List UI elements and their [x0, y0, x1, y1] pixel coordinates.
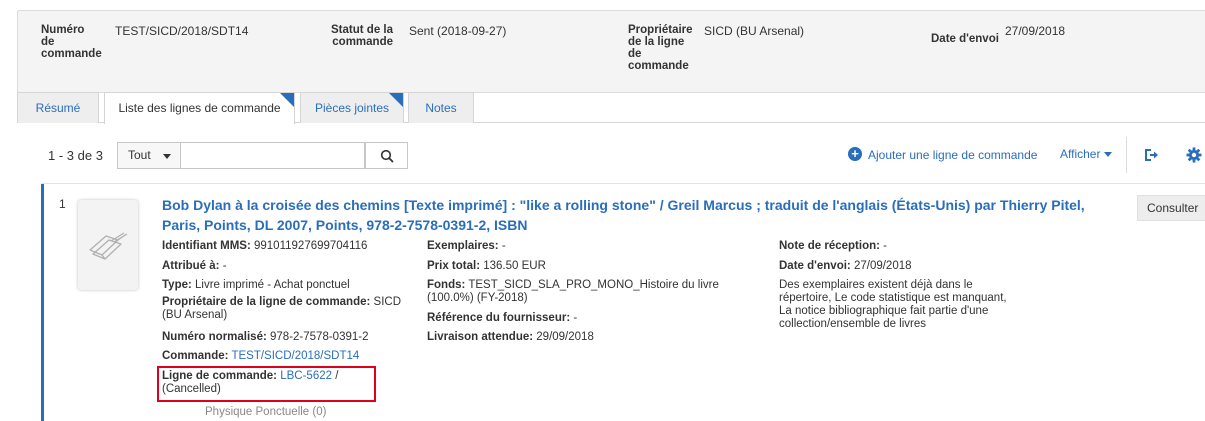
proprietaire-value: SICD (BU Arsenal) — [704, 24, 805, 38]
tab-corner-marker — [280, 93, 294, 107]
tab-corner-marker — [389, 93, 403, 107]
date-envoi-label: Date d'envoi — [931, 33, 999, 45]
order-summary-panel: Numéro de commande TEST/SICD/2018/SDT14 … — [17, 10, 1205, 93]
consulter-button[interactable]: Consulter — [1137, 195, 1205, 221]
alert-messages: Des exemplaires existent déjà dans le ré… — [779, 279, 1007, 330]
chevron-down-icon — [1104, 152, 1113, 158]
book-placeholder-icon — [89, 232, 128, 260]
book-thumbnail — [78, 200, 138, 290]
selected-row-indicator — [41, 184, 44, 421]
tab-bar: Résumé Liste des lignes de commande Pièc… — [17, 92, 1205, 124]
tab-pieces-jointes[interactable]: Pièces jointes — [300, 92, 404, 123]
proprietaire-label: Propriétaire de la ligne de commande — [628, 24, 693, 72]
date-envoi-value: 27/09/2018 — [1005, 24, 1066, 38]
add-order-line-button[interactable]: + Ajouter une ligne de commande — [848, 147, 1037, 163]
search-input[interactable] — [181, 142, 365, 169]
record-title-link[interactable]: Bob Dylan à la croisée des chemins [Text… — [162, 195, 1122, 235]
numero-commande-label: Numéro de commande — [41, 24, 102, 60]
afficher-dropdown[interactable]: Afficher — [1060, 147, 1113, 161]
proprietaire-ligne-field: Propriétaire de la ligne de commande: SI… — [162, 296, 402, 321]
attribue-field: Attribué à: - — [162, 260, 227, 272]
highlight-box — [157, 366, 376, 402]
tab-notes[interactable]: Notes — [408, 92, 474, 123]
note-reception-field: Note de réception: - — [779, 240, 888, 252]
search-button[interactable] — [365, 142, 408, 169]
tab-liste-lignes[interactable]: Liste des lignes de commande — [104, 92, 295, 124]
result-count: 1 - 3 de 3 — [48, 148, 103, 163]
type-field: Type: Livre imprimé - Achat ponctuel — [162, 279, 350, 291]
plus-circle-icon: + — [848, 147, 862, 161]
date-envoi-field: Date d'envoi: 27/09/2018 — [779, 260, 912, 272]
tab-resume[interactable]: Résumé — [17, 92, 99, 123]
mms-field: Identifiant MMS: 991011927699704116 — [162, 240, 368, 252]
physique-ponctuelle-label: Physique Ponctuelle (0) — [205, 406, 327, 418]
gear-icon[interactable] — [1186, 147, 1202, 163]
reference-fournisseur-field: Référence du fournisseur: - — [427, 312, 578, 324]
toolbar-divider — [1126, 137, 1127, 173]
row-number: 1 — [59, 197, 66, 211]
statut-commande-label: Statut de la commande — [331, 24, 393, 48]
statut-commande-value: Sent (2018-09-27) — [409, 24, 507, 38]
livraison-attendue-field: Livraison attendue: 29/09/2018 — [427, 331, 594, 343]
chevron-down-icon — [163, 154, 171, 159]
prix-total-field: Prix total: 136.50 EUR — [427, 260, 546, 272]
commande-link[interactable]: TEST/SICD/2018/SDT14 — [231, 350, 359, 362]
search-icon — [380, 149, 394, 163]
numero-normalise-field: Numéro normalisé: 978-2-7578-0391-2 — [162, 331, 369, 343]
export-icon[interactable] — [1143, 147, 1159, 163]
filter-dropdown[interactable]: Tout — [117, 142, 181, 169]
fonds-field: Fonds: TEST_SICD_SLA_PRO_MONO_Histoire d… — [427, 279, 719, 304]
numero-commande-value: TEST/SICD/2018/SDT14 — [115, 24, 249, 38]
exemplaires-field: Exemplaires: - — [427, 240, 506, 252]
commande-field: Commande: TEST/SICD/2018/SDT14 — [162, 350, 360, 362]
